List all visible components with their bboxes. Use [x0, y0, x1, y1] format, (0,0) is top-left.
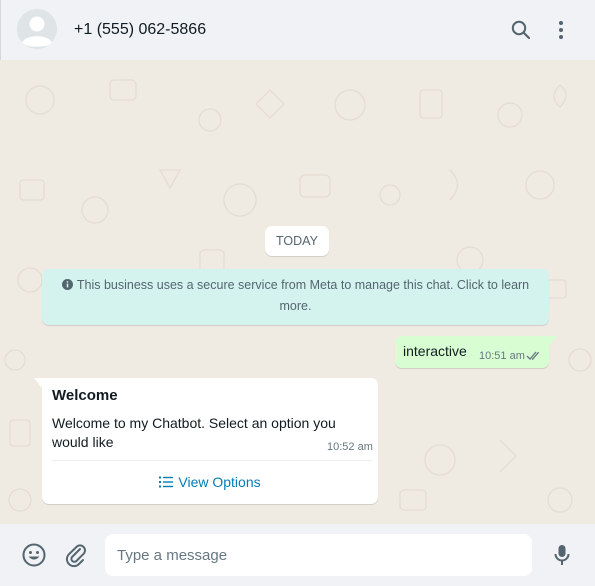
encryption-notice[interactable]: This business uses a secure service from…	[42, 269, 549, 325]
outgoing-message-text: interactive	[403, 343, 467, 359]
incoming-bubble-tail	[34, 378, 42, 388]
message-composer	[0, 524, 595, 586]
chat-area: TODAY This business uses a secure servic…	[0, 60, 595, 524]
emoji-icon[interactable]	[21, 542, 47, 568]
date-divider: TODAY	[265, 226, 329, 256]
avatar-icon	[17, 9, 57, 49]
outgoing-bubble-tail	[549, 336, 557, 346]
mic-icon[interactable]	[549, 542, 575, 568]
incoming-message-body: Welcome to my Chatbot. Select an option …	[52, 415, 336, 450]
message-input[interactable]	[105, 534, 532, 576]
info-icon	[61, 279, 73, 290]
incoming-message-title: Welcome	[52, 387, 118, 404]
contact-name[interactable]: +1 (555) 062-5866	[74, 20, 206, 40]
incoming-message[interactable]: Welcome Welcome to my Chatbot. Select an…	[42, 378, 378, 504]
menu-icon[interactable]	[549, 18, 573, 42]
outgoing-message[interactable]: interactive 10:51 am	[395, 336, 549, 368]
contact-avatar[interactable]	[17, 9, 57, 49]
chat-header: +1 (555) 062-5866	[0, 0, 595, 60]
view-options-button[interactable]: View Options	[42, 461, 378, 504]
incoming-message-time: 10:52 am	[327, 441, 373, 453]
encryption-notice-text: This business uses a secure service from…	[76, 278, 530, 313]
list-icon	[159, 476, 174, 488]
outgoing-message-time: 10:51 am	[479, 350, 525, 362]
attach-icon[interactable]	[63, 542, 89, 568]
view-options-label: View Options	[178, 474, 261, 490]
read-receipt-icon	[526, 351, 540, 361]
search-icon[interactable]	[509, 18, 533, 42]
